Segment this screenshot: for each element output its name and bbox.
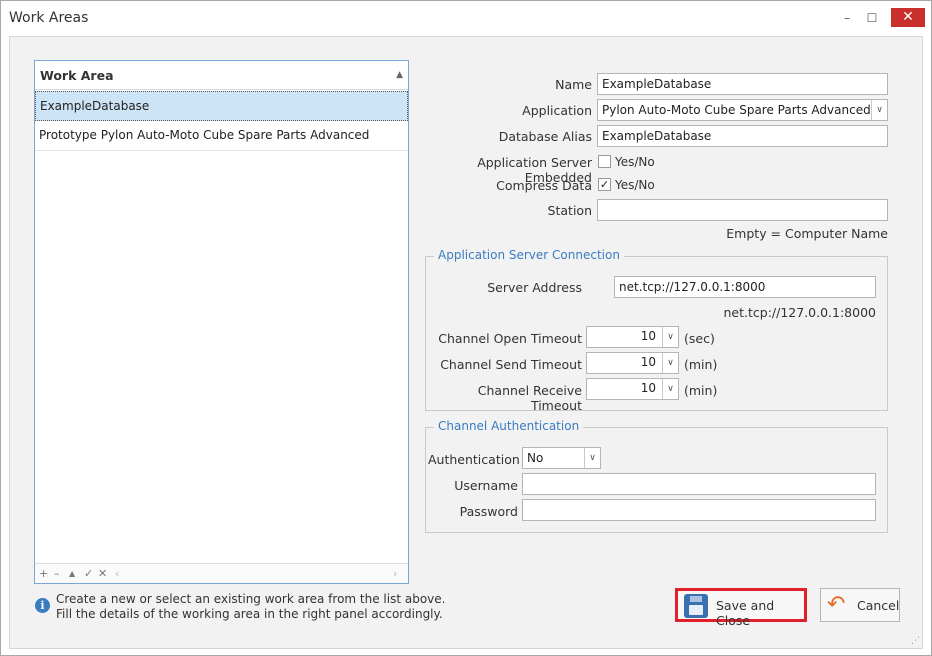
open-timeout-stepper[interactable]: 10 ∨ xyxy=(586,326,679,348)
station-hint: Empty = Computer Name xyxy=(726,226,888,241)
chevron-down-icon[interactable]: ∨ xyxy=(584,448,600,468)
resize-grip-icon[interactable]: ⋰ xyxy=(911,636,920,646)
save-and-close-label: Save and Close xyxy=(716,598,775,628)
authentication-value: No xyxy=(527,451,544,465)
undo-arrow-icon: ↶ xyxy=(827,592,846,617)
server-address-hint: net.tcp://127.0.0.1:8000 xyxy=(723,305,877,320)
application-select[interactable]: Pylon Auto-Moto Cube Spare Parts Advance… xyxy=(597,99,888,121)
channel-auth-group: Channel Authentication Authentication No… xyxy=(425,419,888,533)
server-address-input[interactable]: net.tcp://127.0.0.1:8000 xyxy=(614,276,876,298)
remove-icon[interactable]: – xyxy=(54,567,60,580)
accept-icon[interactable]: ✓ xyxy=(84,567,93,580)
floppy-disk-icon xyxy=(684,594,708,618)
scroll-left-icon[interactable]: ‹ xyxy=(115,567,119,580)
list-navigator: + – ▲ ✓ ✕ ‹ › xyxy=(35,563,408,583)
station-label: Station xyxy=(547,203,592,218)
window-title: Work Areas xyxy=(9,10,89,26)
maximize-icon[interactable]: ☐ xyxy=(859,8,885,28)
cancel-label: Cancel xyxy=(857,598,900,613)
receive-timeout-stepper[interactable]: 10 ∨ xyxy=(586,378,679,400)
database-alias-input[interactable]: ExampleDatabase xyxy=(597,125,888,147)
username-label: Username xyxy=(454,478,518,493)
send-timeout-unit: (min) xyxy=(684,357,718,372)
name-label: Name xyxy=(555,77,592,92)
app-server-embedded-checkbox[interactable] xyxy=(598,155,611,168)
sort-ascending-icon[interactable]: ▲ xyxy=(396,70,403,80)
open-timeout-unit: (sec) xyxy=(684,331,715,346)
chevron-down-icon[interactable]: ∨ xyxy=(662,379,678,399)
username-input[interactable] xyxy=(522,473,876,495)
work-area-list: Work Area ▲ ExampleDatabase Prototype Py… xyxy=(34,60,409,584)
open-timeout-label: Channel Open Timeout xyxy=(438,331,582,346)
list-item[interactable]: Prototype Pylon Auto-Moto Cube Spare Par… xyxy=(35,121,408,151)
list-header[interactable]: Work Area ▲ xyxy=(35,61,408,90)
cancel-button[interactable]: ↶ Cancel xyxy=(820,588,900,622)
send-timeout-label: Channel Send Timeout xyxy=(440,357,582,372)
password-label: Password xyxy=(459,504,518,519)
list-item[interactable]: ExampleDatabase xyxy=(35,91,408,121)
password-input[interactable] xyxy=(522,499,876,521)
cancel-edit-icon[interactable]: ✕ xyxy=(98,567,107,580)
info-line-1: Create a new or select an existing work … xyxy=(56,592,446,606)
receive-timeout-value: 10 xyxy=(640,381,656,395)
name-input[interactable]: ExampleDatabase xyxy=(597,73,888,95)
chevron-down-icon[interactable]: ∨ xyxy=(662,353,678,373)
info-icon: i xyxy=(35,598,50,613)
chevron-down-icon[interactable]: ∨ xyxy=(662,327,678,347)
work-areas-window: Work Areas – ☐ ✕ Work Area ▲ ExampleData… xyxy=(0,0,932,656)
app-server-connection-title: Application Server Connection xyxy=(434,248,624,262)
application-label: Application xyxy=(522,103,592,118)
info-text: Create a new or select an existing work … xyxy=(56,592,445,622)
close-icon[interactable]: ✕ xyxy=(891,8,925,27)
send-timeout-value: 10 xyxy=(640,355,656,369)
receive-timeout-unit: (min) xyxy=(684,383,718,398)
minimize-icon[interactable]: – xyxy=(834,8,860,28)
database-alias-label: Database Alias xyxy=(498,129,592,144)
dialog-content: Work Area ▲ ExampleDatabase Prototype Py… xyxy=(9,36,923,649)
scroll-right-icon[interactable]: › xyxy=(393,567,397,580)
station-input[interactable] xyxy=(597,199,888,221)
server-address-label: Server Address xyxy=(487,280,582,295)
info-line-2: Fill the details of the working area in … xyxy=(56,607,443,621)
compress-data-label: Compress Data xyxy=(496,178,592,193)
application-value: Pylon Auto-Moto Cube Spare Parts Advance… xyxy=(602,103,871,117)
app-server-embedded-text: Yes/No xyxy=(615,155,655,169)
title-bar: Work Areas – ☐ ✕ xyxy=(1,1,931,35)
save-and-close-button[interactable]: Save and Close xyxy=(675,588,807,628)
receive-timeout-label: Channel Receive Timeout xyxy=(477,383,582,413)
compress-data-text: Yes/No xyxy=(615,178,655,192)
compress-data-checkbox[interactable]: ✓ xyxy=(598,178,611,191)
add-icon[interactable]: + xyxy=(39,567,48,580)
channel-auth-title: Channel Authentication xyxy=(434,419,584,433)
move-up-icon[interactable]: ▲ xyxy=(69,569,75,578)
authentication-select[interactable]: No ∨ xyxy=(522,447,601,469)
chevron-down-icon[interactable]: ∨ xyxy=(871,100,887,120)
send-timeout-stepper[interactable]: 10 ∨ xyxy=(586,352,679,374)
list-header-label: Work Area xyxy=(40,68,114,83)
app-server-connection-group: Application Server Connection Server Add… xyxy=(425,248,888,413)
open-timeout-value: 10 xyxy=(640,329,656,343)
authentication-label: Authentication xyxy=(428,452,520,467)
